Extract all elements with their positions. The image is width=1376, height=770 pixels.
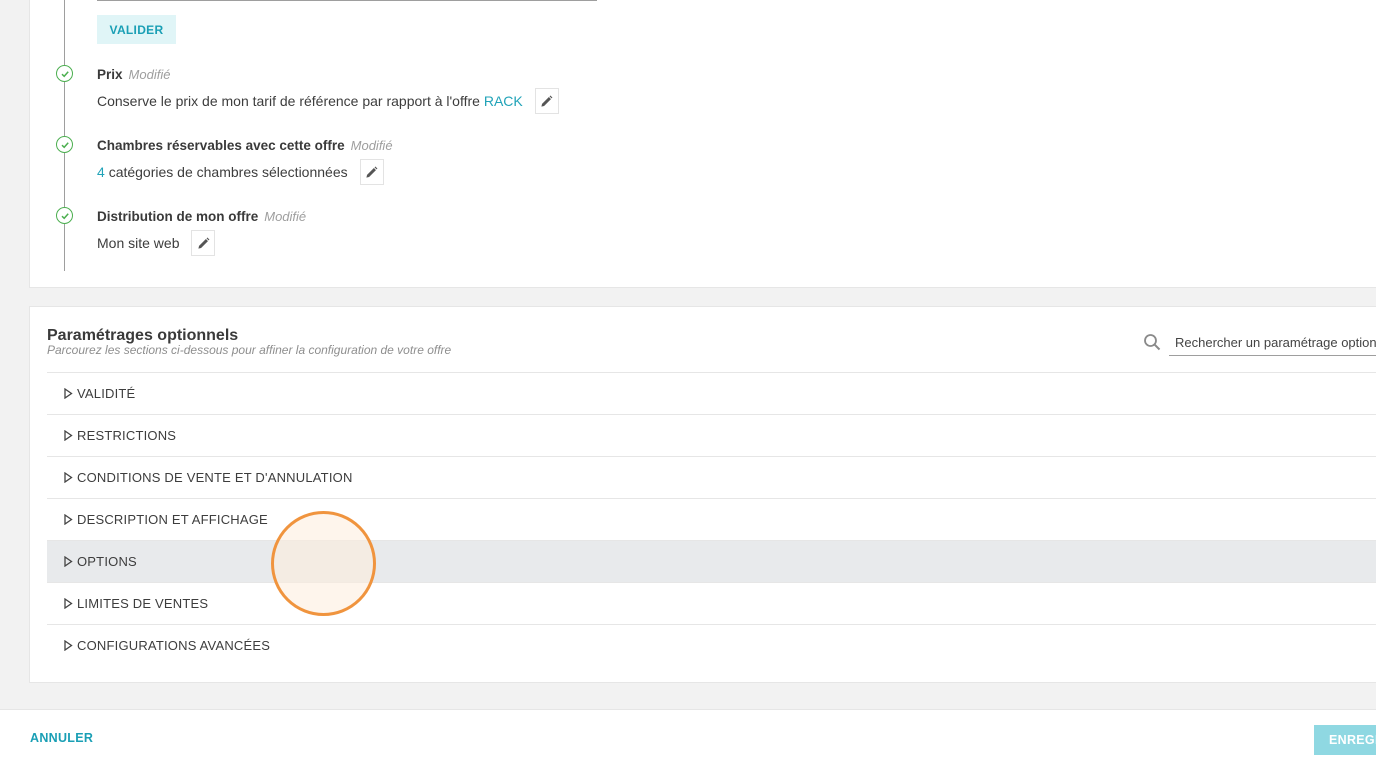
optional-sections-list: VALIDITÉ RESTRICTIONS CONDITIONS DE VENT… bbox=[47, 372, 1376, 666]
step-description-distribution: Mon site web bbox=[97, 230, 216, 256]
section-label: LIMITES DE VENTES bbox=[77, 596, 209, 611]
triangle-right-icon bbox=[64, 472, 73, 483]
save-button[interactable]: ENREGISTRER bbox=[1314, 725, 1376, 755]
footer-bar bbox=[0, 709, 1376, 770]
pencil-icon bbox=[366, 166, 378, 178]
section-description[interactable]: DESCRIPTION ET AFFICHAGE bbox=[47, 498, 1376, 540]
section-limites[interactable]: LIMITES DE VENTES bbox=[47, 582, 1376, 624]
triangle-right-icon bbox=[64, 388, 73, 399]
step-title-distribution: Distribution de mon offre Modifié bbox=[97, 209, 306, 224]
step-description-text: catégories de chambres sélectionnées bbox=[108, 164, 348, 180]
field-underline bbox=[97, 0, 597, 1]
edit-prix-button[interactable] bbox=[534, 88, 559, 114]
step-description-prix: Conserve le prix de mon tarif de référen… bbox=[97, 88, 559, 114]
rate-link[interactable]: RACK bbox=[484, 93, 523, 109]
step-title-text: Chambres réservables avec cette offre bbox=[97, 138, 345, 153]
triangle-right-icon bbox=[64, 514, 73, 525]
section-options[interactable]: OPTIONS bbox=[47, 540, 1376, 582]
section-label: VALIDITÉ bbox=[77, 386, 136, 401]
step-title-text: Prix bbox=[97, 67, 123, 82]
check-circle-icon bbox=[56, 65, 73, 82]
section-label: OPTIONS bbox=[77, 554, 137, 569]
search-icon bbox=[1144, 334, 1161, 351]
room-count-link[interactable]: 4 bbox=[97, 164, 105, 180]
triangle-right-icon bbox=[64, 556, 73, 567]
triangle-right-icon bbox=[64, 598, 73, 609]
pencil-icon bbox=[541, 95, 553, 107]
step-description-text: Mon site web bbox=[97, 235, 180, 251]
section-label: CONFIGURATIONS AVANCÉES bbox=[77, 638, 271, 653]
edit-chambres-button[interactable] bbox=[359, 159, 384, 185]
step-title-chambres: Chambres réservables avec cette offre Mod… bbox=[97, 138, 393, 153]
optional-settings-subtitle: Parcourez les sections ci-dessous pour a… bbox=[47, 343, 452, 357]
step-title-prix: Prix Modifié bbox=[97, 67, 170, 82]
section-label: RESTRICTIONS bbox=[77, 428, 177, 443]
check-circle-icon bbox=[56, 207, 73, 224]
step-status: Modifié bbox=[350, 138, 393, 153]
cancel-button[interactable]: ANNULER bbox=[30, 731, 93, 745]
check-circle-icon bbox=[56, 136, 73, 153]
section-validite[interactable]: VALIDITÉ bbox=[47, 372, 1376, 414]
triangle-right-icon bbox=[64, 640, 73, 651]
edit-distribution-button[interactable] bbox=[191, 230, 216, 256]
pencil-icon bbox=[198, 237, 210, 249]
section-conditions[interactable]: CONDITIONS DE VENTE ET D'ANNULATION bbox=[47, 456, 1376, 498]
section-label: DESCRIPTION ET AFFICHAGE bbox=[77, 512, 268, 527]
step-description-text: Conserve le prix de mon tarif de référen… bbox=[97, 93, 480, 109]
section-configurations[interactable]: CONFIGURATIONS AVANCÉES bbox=[47, 624, 1376, 666]
search-input[interactable] bbox=[1169, 330, 1376, 356]
triangle-right-icon bbox=[64, 430, 73, 441]
section-label: CONDITIONS DE VENTE ET D'ANNULATION bbox=[77, 470, 353, 485]
step-status: Modifié bbox=[264, 209, 307, 224]
step-description-chambres: 4 catégories de chambres sélectionnées bbox=[97, 159, 384, 185]
validate-button[interactable]: VALIDER bbox=[97, 15, 176, 44]
section-restrictions[interactable]: RESTRICTIONS bbox=[47, 414, 1376, 456]
step-status: Modifié bbox=[128, 67, 171, 82]
step-title-text: Distribution de mon offre bbox=[97, 209, 259, 224]
